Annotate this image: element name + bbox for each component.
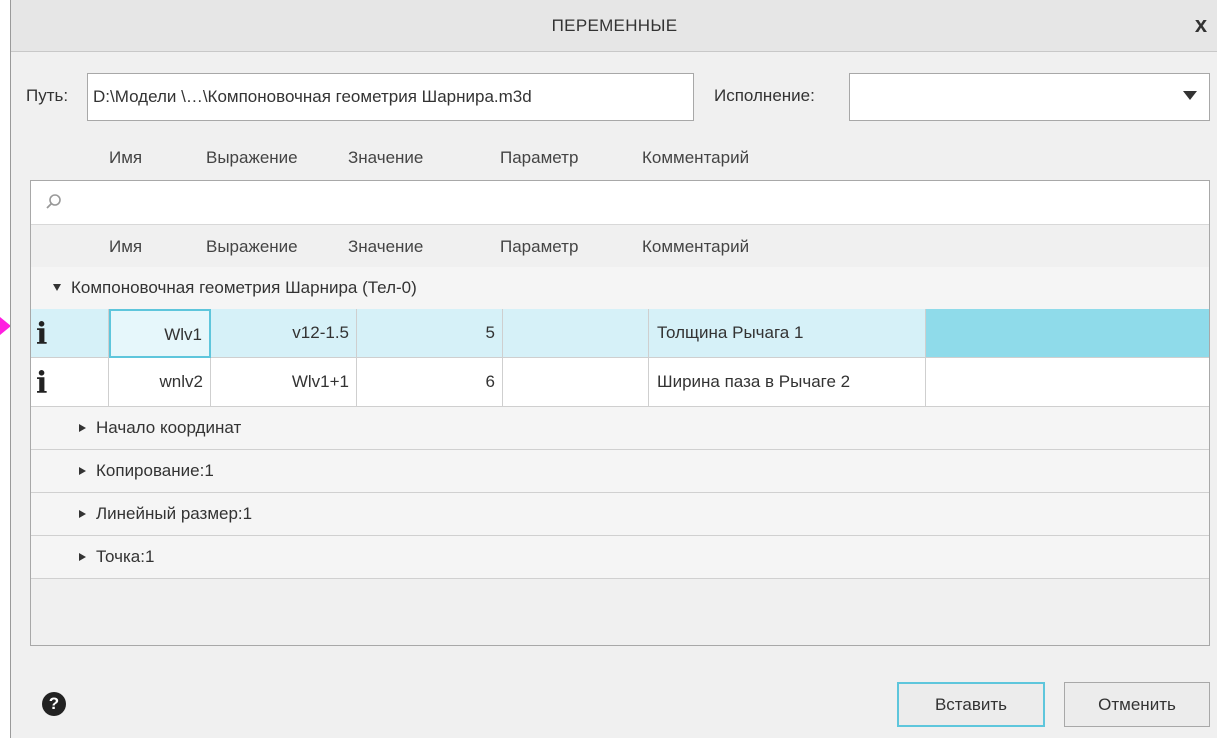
subgroup-coordinate-origin[interactable]: Начало координат xyxy=(31,407,1209,450)
path-label: Путь: xyxy=(26,86,69,105)
column-header-name[interactable]: Имя xyxy=(109,148,142,168)
insert-button[interactable]: Вставить xyxy=(897,682,1045,727)
table-header-comment[interactable]: Комментарий xyxy=(642,237,749,257)
subgroup-point[interactable]: Точка:1 xyxy=(31,536,1209,579)
column-header-parameter[interactable]: Параметр xyxy=(500,148,578,168)
help-icon[interactable]: ? xyxy=(42,692,66,716)
cancel-button[interactable]: Отменить xyxy=(1064,682,1210,727)
variable-value-cell[interactable]: 5 xyxy=(357,309,503,358)
variables-panel: Имя Выражение Значение Параметр Коммента… xyxy=(30,180,1210,646)
expand-right-icon[interactable] xyxy=(79,509,86,518)
subgroup-copy[interactable]: Копирование:1 xyxy=(31,450,1209,493)
expand-down-icon[interactable] xyxy=(53,283,61,291)
subgroup-linear-dimension[interactable]: Линейный размер:1 xyxy=(31,493,1209,536)
title-bar: ПЕРЕМЕННЫЕ x xyxy=(11,0,1217,52)
path-field[interactable]: D:\Модели \…\Компоновочная геометрия Шар… xyxy=(87,73,694,121)
column-header-value[interactable]: Значение xyxy=(348,148,423,168)
close-button[interactable]: x xyxy=(1188,12,1214,38)
search-icon xyxy=(46,194,61,209)
row-extra-cell[interactable] xyxy=(926,358,1209,407)
variable-expression-cell[interactable]: v12-1.5 xyxy=(211,309,357,358)
search-bar[interactable] xyxy=(31,181,1209,225)
variable-comment-cell[interactable]: Толщина Рычага 1 xyxy=(649,309,926,358)
subgroup-label: Линейный размер:1 xyxy=(96,504,253,523)
subgroup-label: Начало координат xyxy=(96,418,242,437)
variable-info-icon: i xyxy=(31,309,109,358)
group-header[interactable]: Компоновочная геометрия Шарнира (Тел-0) xyxy=(31,267,1209,310)
variable-info-icon: i xyxy=(31,358,109,407)
table-header-value[interactable]: Значение xyxy=(348,237,423,257)
variable-parameter-cell[interactable] xyxy=(503,358,649,407)
variable-name-cell[interactable]: Wlv1 xyxy=(109,309,211,358)
table-row[interactable]: i wnlv2 Wlv1+1 6 Ширина паза в Рычаге 2 xyxy=(31,358,1209,407)
column-header-comment[interactable]: Комментарий xyxy=(642,148,749,168)
variable-comment-cell[interactable]: Ширина паза в Рычаге 2 xyxy=(649,358,926,407)
subgroup-label: Точка:1 xyxy=(96,547,155,566)
variables-dialog: ПЕРЕМЕННЫЕ x Путь: D:\Модели \…\Компонов… xyxy=(10,0,1217,738)
table-header-name[interactable]: Имя xyxy=(109,237,142,257)
expand-right-icon[interactable] xyxy=(79,552,86,561)
subgroup-label: Копирование:1 xyxy=(96,461,214,480)
group-label: Компоновочная геометрия Шарнира (Тел-0) xyxy=(71,278,417,297)
table-header-parameter[interactable]: Параметр xyxy=(500,237,578,257)
expand-right-icon[interactable] xyxy=(79,466,86,475)
table-header-expression[interactable]: Выражение xyxy=(206,237,298,257)
variable-expression-cell[interactable]: Wlv1+1 xyxy=(211,358,357,407)
row-extra-cell[interactable] xyxy=(926,309,1209,358)
column-header-expression[interactable]: Выражение xyxy=(206,148,298,168)
dialog-title: ПЕРЕМЕННЫЕ xyxy=(551,16,678,35)
execution-label: Исполнение: xyxy=(714,86,815,105)
variable-parameter-cell[interactable] xyxy=(503,309,649,358)
variable-name-cell[interactable]: wnlv2 xyxy=(109,358,211,407)
chevron-down-icon[interactable] xyxy=(1183,91,1197,100)
table-row[interactable]: i Wlv1 v12-1.5 5 Толщина Рычага 1 xyxy=(31,309,1209,358)
expand-right-icon[interactable] xyxy=(79,423,86,432)
execution-dropdown[interactable] xyxy=(849,73,1210,121)
variable-value-cell[interactable]: 6 xyxy=(357,358,503,407)
